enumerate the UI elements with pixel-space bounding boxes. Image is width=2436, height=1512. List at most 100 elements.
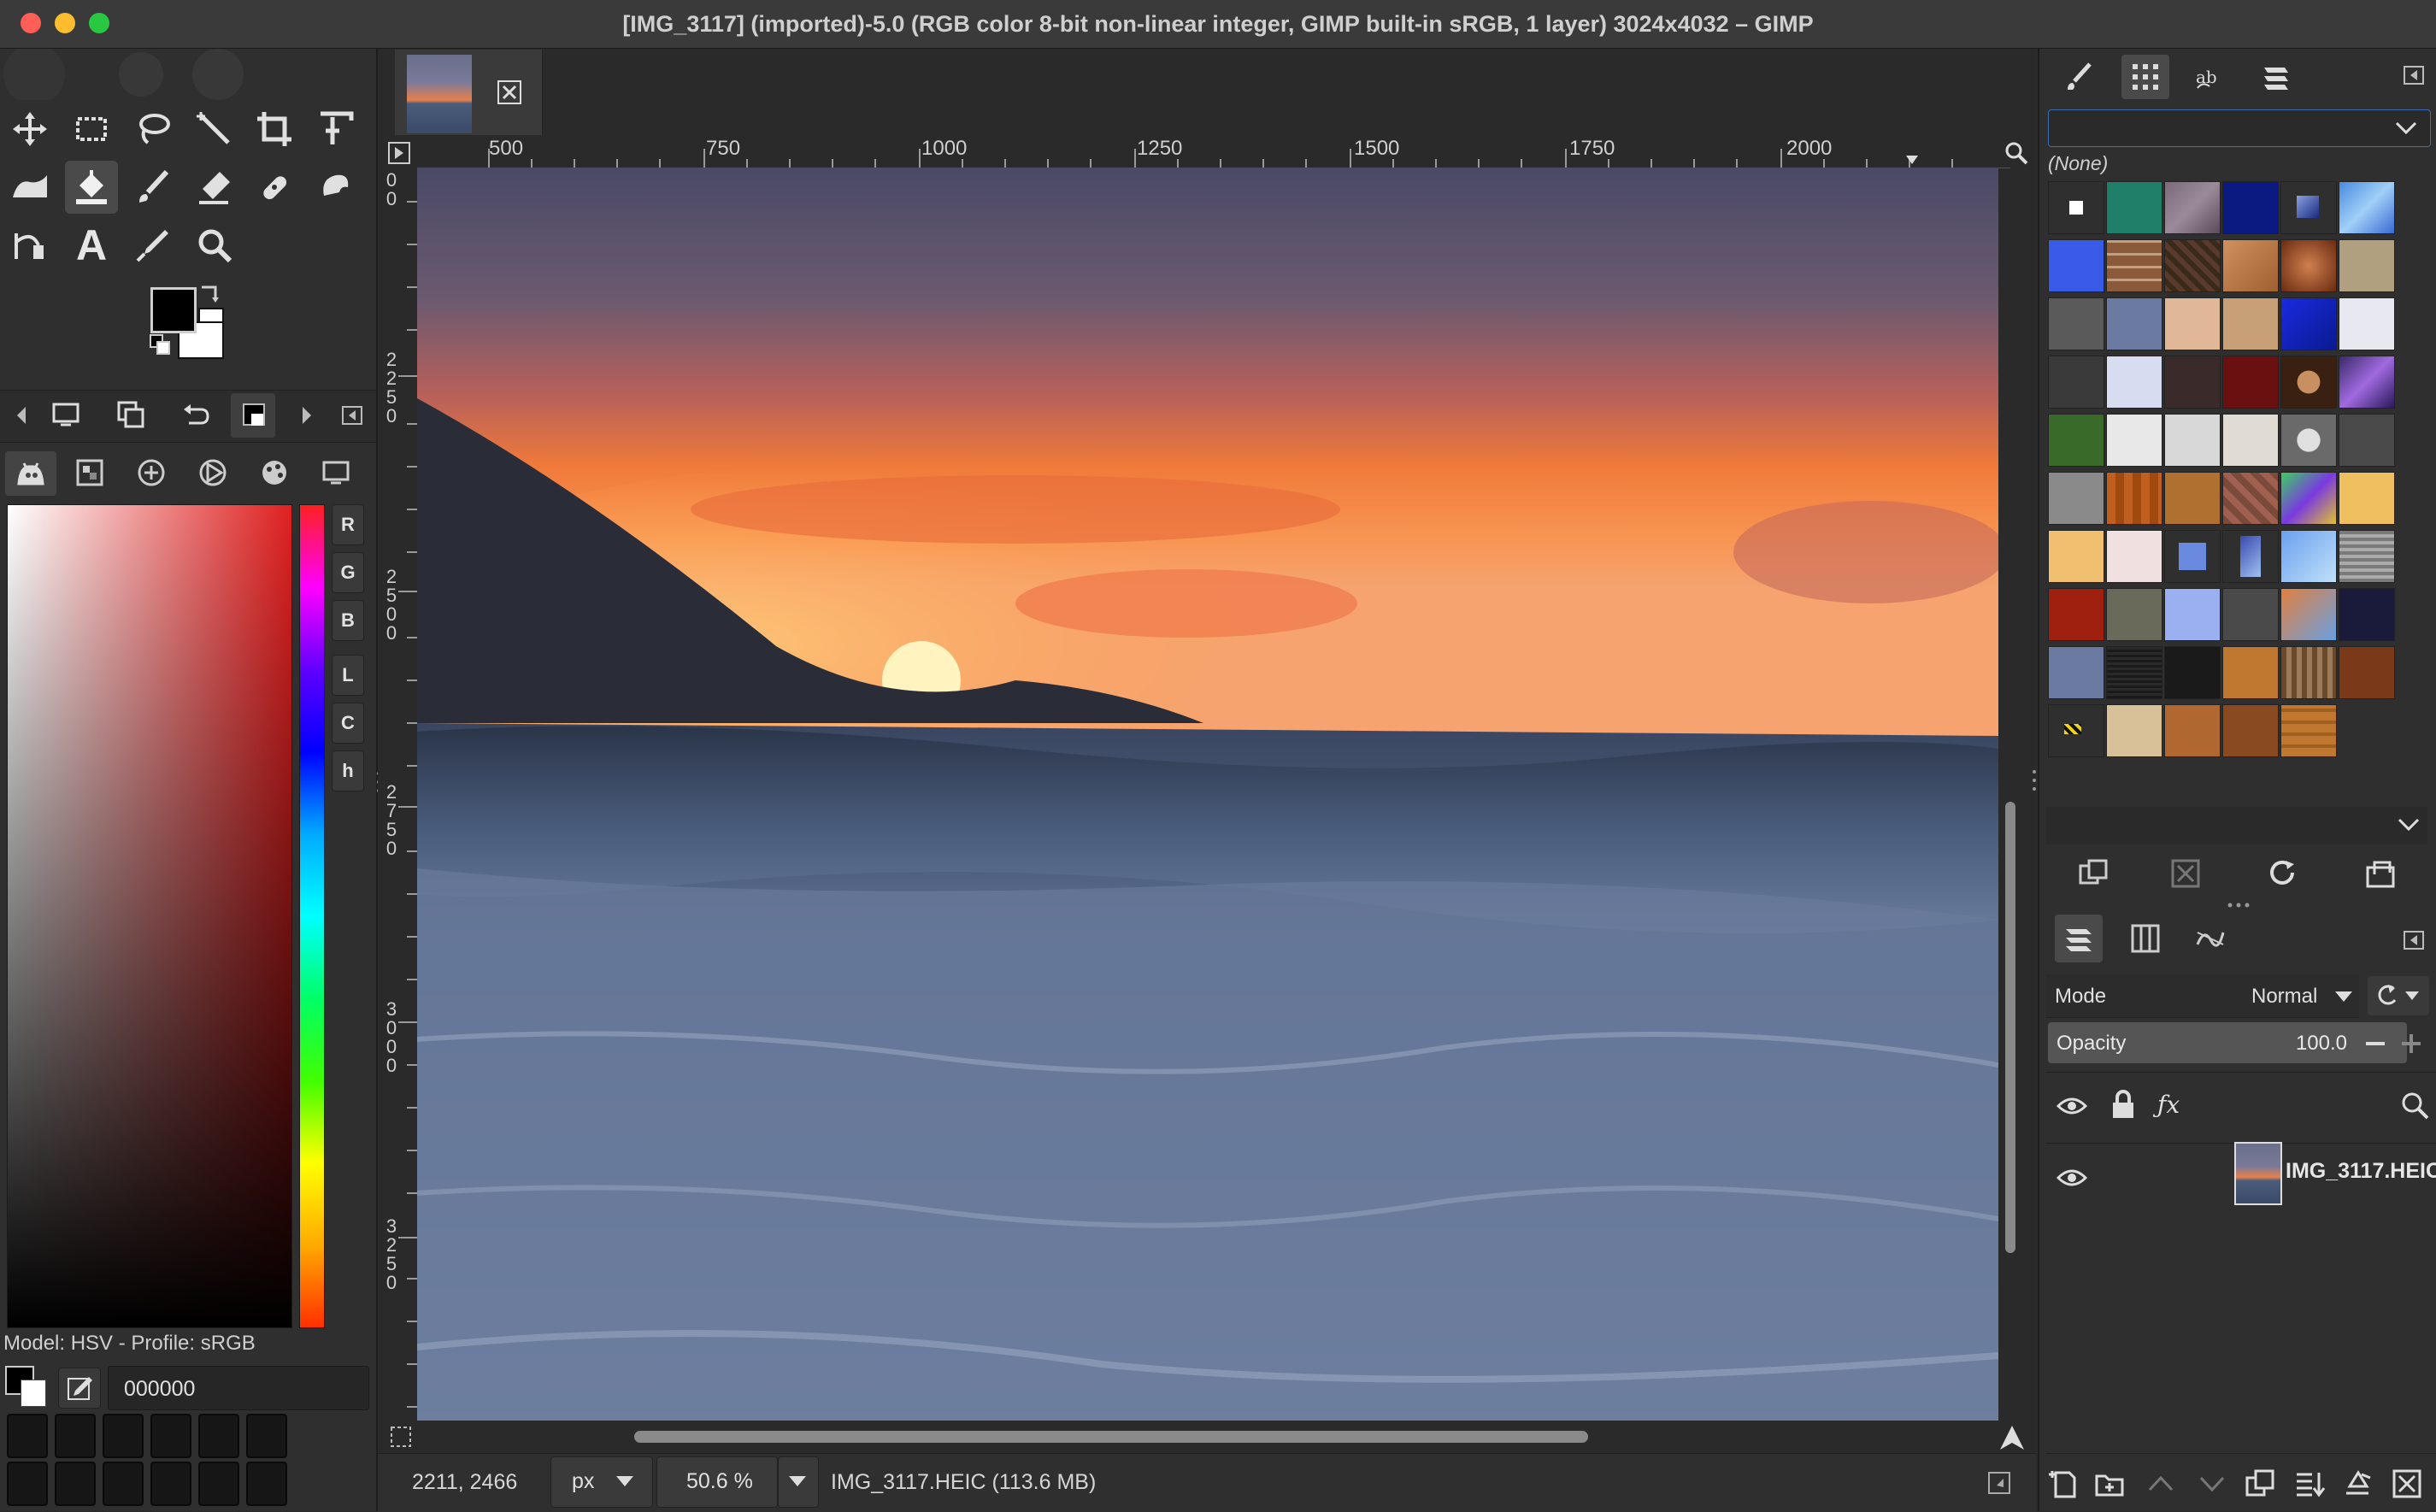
pattern-swatch[interactable]	[2222, 646, 2279, 699]
pattern-swatch[interactable]	[2222, 181, 2279, 234]
pattern-swatch[interactable]	[2106, 297, 2162, 350]
color-history-swatch[interactable]	[55, 1462, 96, 1506]
pattern-swatch[interactable]	[2164, 297, 2221, 350]
zoom-dropdown[interactable]	[778, 1456, 819, 1508]
mini-bg-swatch[interactable]	[21, 1380, 46, 1407]
lasso-icon[interactable]	[127, 103, 179, 156]
pattern-swatch[interactable]	[2164, 588, 2221, 641]
channel-h-button[interactable]: h	[332, 750, 364, 791]
pattern-swatch[interactable]	[2222, 414, 2279, 467]
color-history-swatch[interactable]	[55, 1414, 96, 1458]
pattern-swatch[interactable]	[2048, 588, 2104, 641]
pattern-swatch[interactable]	[2048, 530, 2104, 583]
image-canvas[interactable]	[417, 168, 1998, 1421]
bucket-fill-icon[interactable]	[65, 161, 118, 214]
pattern-swatch[interactable]	[2280, 646, 2337, 699]
pattern-swatch[interactable]	[2280, 297, 2337, 350]
heal-icon[interactable]	[248, 161, 301, 214]
text-tool-icon[interactable]: A	[65, 219, 118, 272]
watercolor-selector-tab-icon[interactable]	[128, 450, 174, 496]
pattern-swatch[interactable]	[2106, 181, 2162, 234]
color-picker-icon[interactable]	[127, 219, 179, 272]
zoom-search-icon[interactable]	[2004, 140, 2029, 166]
delete-layer-icon[interactable]	[2390, 1467, 2424, 1501]
pattern-swatch[interactable]	[2106, 530, 2162, 583]
new-layer-group-icon[interactable]	[2092, 1467, 2127, 1501]
channel-g-button[interactable]: G	[332, 552, 364, 593]
brushes-tab-icon[interactable]	[2056, 55, 2101, 99]
pattern-swatch[interactable]	[2280, 530, 2337, 583]
pattern-swatch[interactable]	[2339, 472, 2395, 525]
color-history-swatch[interactable]	[103, 1462, 144, 1506]
wheel-selector-tab-icon[interactable]	[190, 450, 236, 496]
color-picker-button[interactable]	[58, 1368, 101, 1409]
pattern-swatch[interactable]	[2048, 181, 2104, 234]
color-history-swatch[interactable]	[7, 1414, 48, 1458]
gimp-selector-tab[interactable]	[5, 451, 56, 496]
color-history-swatch[interactable]	[150, 1462, 191, 1506]
pattern-swatch[interactable]	[2164, 239, 2221, 292]
pattern-swatch[interactable]	[2222, 297, 2279, 350]
pattern-swatch[interactable]	[2048, 297, 2104, 350]
duplicate-pattern-icon[interactable]	[2072, 853, 2115, 894]
unified-transform-icon[interactable]	[309, 103, 362, 156]
pattern-swatch[interactable]	[2280, 588, 2337, 641]
zoom-icon[interactable]	[188, 219, 241, 272]
selection-toggle-icon[interactable]	[388, 1424, 414, 1450]
crop-icon[interactable]	[248, 103, 301, 156]
layers-dock-menu-icon[interactable]	[2402, 928, 2426, 952]
fonts-tab-icon[interactable]: ab	[2188, 55, 2233, 99]
tabs-scroll-left-icon[interactable]	[12, 403, 29, 427]
pattern-swatch[interactable]	[2280, 356, 2337, 409]
pattern-swatch[interactable]	[2106, 472, 2162, 525]
pattern-swatch[interactable]	[2048, 239, 2104, 292]
images-tab-icon[interactable]	[108, 391, 154, 438]
channel-b-button[interactable]: B	[332, 600, 364, 641]
pattern-swatch[interactable]	[2164, 704, 2221, 757]
paths-tab-icon[interactable]	[2188, 916, 2233, 961]
vertical-scrollbar[interactable]	[2005, 802, 2015, 1253]
pattern-swatch[interactable]	[2048, 646, 2104, 699]
new-layer-icon[interactable]	[2048, 1467, 2082, 1501]
channel-l-button[interactable]: L	[332, 655, 364, 696]
color-history-swatch[interactable]	[246, 1414, 287, 1458]
rect-select-icon[interactable]	[65, 103, 118, 156]
pattern-swatch[interactable]	[2339, 530, 2395, 583]
pattern-swatch[interactable]	[2164, 472, 2221, 525]
pattern-swatch[interactable]	[2280, 414, 2337, 467]
pattern-swatch[interactable]	[2339, 588, 2395, 641]
opacity-increase-icon[interactable]	[2400, 1033, 2422, 1055]
color-history-swatch[interactable]	[198, 1414, 239, 1458]
pattern-swatch[interactable]	[2164, 646, 2221, 699]
dock-menu-icon[interactable]	[340, 403, 364, 427]
color-saturation-value-area[interactable]	[7, 504, 292, 1328]
unit-selector[interactable]: px	[550, 1456, 653, 1508]
default-colors-icon[interactable]	[149, 333, 173, 357]
pattern-swatch[interactable]	[2222, 588, 2279, 641]
swap-colors-icon[interactable]	[198, 282, 224, 306]
color-history-swatch[interactable]	[7, 1462, 48, 1506]
layer-visibility-eye-icon[interactable]	[2056, 1164, 2087, 1191]
status-nav-icon[interactable]	[1986, 1470, 2012, 1496]
pattern-swatch[interactable]	[2106, 356, 2162, 409]
open-pattern-as-image-icon[interactable]	[2359, 853, 2402, 894]
pattern-swatch[interactable]	[2106, 588, 2162, 641]
pattern-swatch[interactable]	[2222, 530, 2279, 583]
pattern-swatch[interactable]	[2048, 472, 2104, 525]
pattern-swatch[interactable]	[2048, 414, 2104, 467]
move-tool-icon[interactable]	[3, 103, 56, 156]
layer-search-icon[interactable]	[2400, 1091, 2429, 1120]
merge-layer-icon[interactable]	[2292, 1467, 2327, 1501]
color-history-swatch[interactable]	[198, 1462, 239, 1506]
lock-icon[interactable]	[2109, 1089, 2137, 1120]
quick-mask-toggle-icon[interactable]	[386, 140, 412, 166]
tabs-scroll-right-icon[interactable]	[299, 403, 316, 427]
color-history-swatch[interactable]	[103, 1414, 144, 1458]
pattern-swatch[interactable]	[2339, 297, 2395, 350]
layer-row[interactable]: IMG_3117.HEIC	[2046, 1142, 2436, 1214]
fuzzy-select-icon[interactable]	[188, 103, 241, 156]
pattern-swatch[interactable]	[2280, 704, 2337, 757]
fg-bg-tab[interactable]	[231, 393, 275, 438]
color-history-swatch[interactable]	[246, 1462, 287, 1506]
fx-icon[interactable]: ƒx	[2157, 1091, 2180, 1119]
